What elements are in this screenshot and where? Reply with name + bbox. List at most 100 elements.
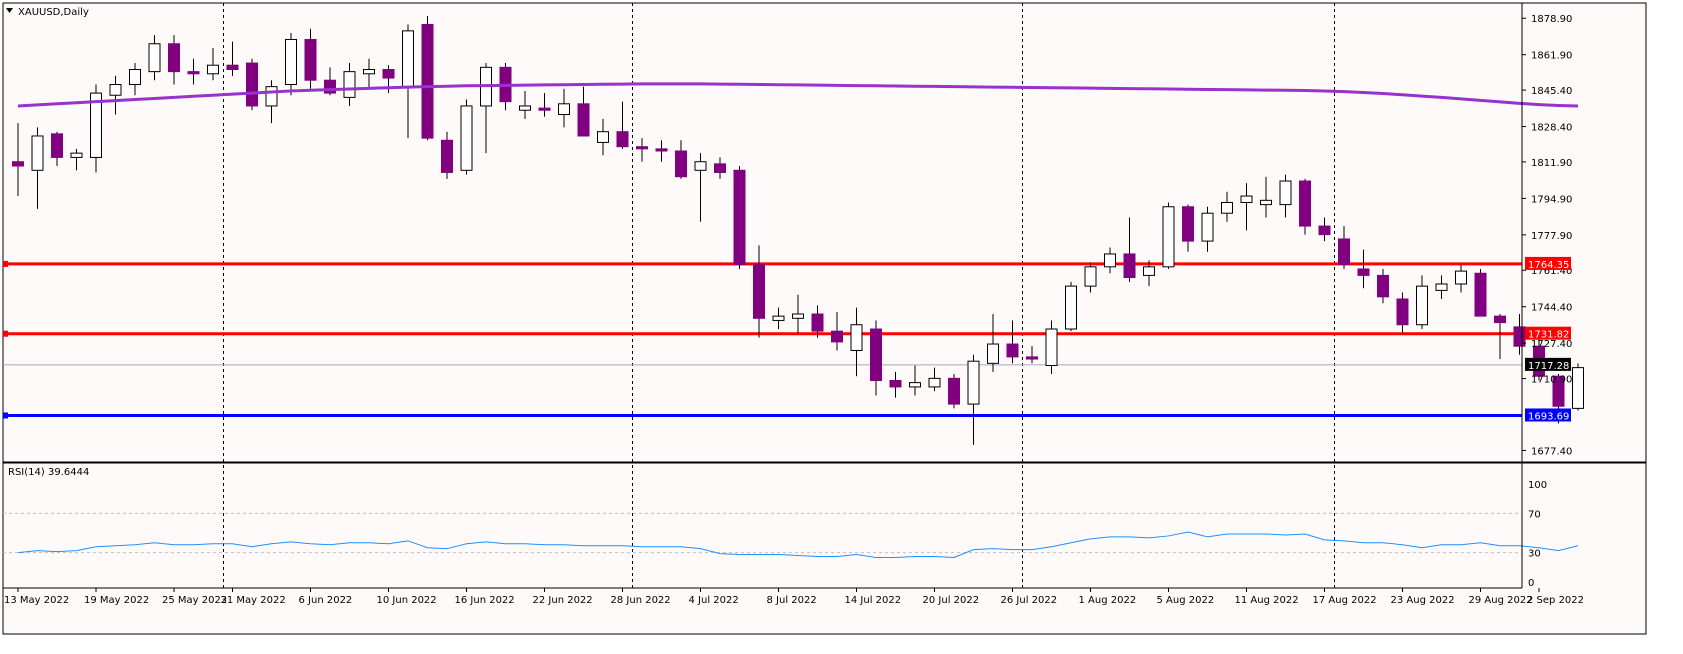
candle-body [246,62,258,107]
candle-body [753,264,765,319]
date-tick-label: 4 Jul 2022 [689,595,739,606]
date-tick-label: 19 May 2022 [84,595,149,606]
candle-body [1396,298,1409,326]
candle-12 [246,58,258,111]
candle-body [382,68,395,79]
candle-body [577,103,590,137]
candle-body [811,313,824,332]
candle-body [226,64,239,70]
rsi-tick-label: 30 [1528,549,1541,560]
price-tick-label: 1677.40 [1531,446,1572,457]
candle-body [1240,195,1253,203]
candle-body [1201,212,1214,242]
candle-body [850,324,863,351]
date-tick-label: 11 Aug 2022 [1235,595,1299,606]
candle-body [1260,199,1272,206]
candle-body [558,103,570,116]
candle-body [402,30,414,88]
candle-body [363,68,375,75]
price-tick-label: 1828.40 [1531,123,1572,134]
rsi-tick-label: 0 [1528,578,1534,589]
candle-body [1572,367,1584,409]
candle-body [1338,238,1350,266]
candle-body [714,163,726,173]
candle-body [1143,266,1155,276]
candle-body [441,139,453,173]
candle-body [207,64,219,75]
date-tick-label: 10 Jun 2022 [377,595,437,606]
date-tick-label: 29 Aug 2022 [1469,595,1533,606]
candle-body [948,377,960,405]
candle-body [1006,343,1019,358]
date-tick-label: 8 Jul 2022 [767,595,817,606]
chart-title: XAUUSD,Daily [18,7,89,18]
candle-body [909,382,921,388]
rsi-label: RSI(14) 39.6444 [8,467,89,478]
candle-body [51,133,63,158]
candle-54 [1065,281,1077,332]
price-tick-label: 1845.40 [1531,86,1572,97]
candle-body [304,38,317,81]
candle-body [1318,225,1331,236]
date-tick-label: 20 Jul 2022 [923,595,980,606]
candle-body [265,86,278,107]
rsi-tick-label: 100 [1528,480,1547,491]
candle-37 [733,166,746,269]
candle-body [1474,272,1487,317]
candle-body [1299,180,1311,227]
candle-body [109,84,122,96]
resistance-line-2-handle[interactable] [3,330,8,337]
date-tick-label: 2 Sep 2022 [1527,595,1584,606]
candle-body [1045,328,1058,366]
candle-body [1279,180,1292,206]
date-tick-label: 28 Jun 2022 [611,595,671,606]
candle-body [421,23,434,139]
candle-body [616,131,629,148]
candle-80 [1572,363,1584,411]
current-price-label-text: 1717.28 [1528,361,1569,372]
candle-body [675,150,687,178]
price-tick-label: 1710.90 [1531,375,1572,386]
date-tick-label: 1 Aug 2022 [1079,595,1137,606]
candle-body [129,68,141,86]
resistance-line-1-handle[interactable] [3,260,8,267]
candle-body [1357,268,1370,276]
candle-body [343,71,356,98]
date-tick-label: 26 Jul 2022 [1001,595,1058,606]
support-line-1-handle[interactable] [3,412,8,419]
candle-body [1494,315,1506,324]
date-tick-label: 13 May 2022 [4,595,69,606]
candle-body [168,43,180,73]
date-tick-label: 23 Aug 2022 [1391,595,1455,606]
candle-body [1377,274,1389,298]
candle-body [187,71,200,75]
resistance-2-label-text: 1731.82 [1528,330,1569,341]
candle-body [31,135,44,171]
candle-48 [948,374,960,409]
candle-body [285,38,297,86]
date-tick-label: 5 Aug 2022 [1157,595,1215,606]
resistance-1-label-text: 1764.35 [1528,260,1569,271]
candle-body [1084,266,1097,287]
date-tick-label: 6 Jun 2022 [299,595,353,606]
candle-body [733,169,746,266]
price-tick-label: 1861.90 [1531,51,1572,62]
price-tick-label: 1727.40 [1531,339,1572,350]
price-tick-label: 1811.90 [1531,158,1572,169]
rsi-panel-bg [2,462,1647,635]
candle-body [1104,253,1116,268]
candle-23 [460,99,473,175]
candle-body [889,379,902,388]
date-tick-label: 22 Jun 2022 [533,595,593,606]
chart-canvas: 1878.90 1861.90 1845.40 1828.40 1811.90 1794.… [0,0,1683,654]
candle-body [1065,285,1077,330]
price-tick-label: 1794.90 [1531,194,1572,205]
date-tick-label: 31 May 2022 [221,595,286,606]
candle-body [460,105,473,171]
candle-body [772,315,785,321]
candle-body [1435,283,1448,291]
price-tick-label: 1744.40 [1531,303,1572,314]
candle-body [1182,206,1194,242]
candle-body [148,43,161,73]
candle-body [519,105,531,111]
